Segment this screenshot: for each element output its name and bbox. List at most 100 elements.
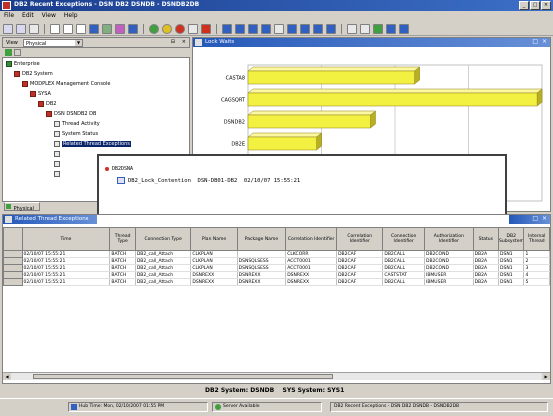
browser-icon[interactable] (300, 23, 310, 34)
status-server: Server Available (212, 402, 322, 412)
window-title: DB2 Recent Exceptions - DSN DB2 DSNDB - … (14, 1, 200, 8)
table-row[interactable]: 02/10/07 15:55:21 BATCH DB2_call_Attach CLK… (3, 250, 550, 258)
new-window-icon[interactable] (50, 23, 60, 34)
tree-node[interactable] (54, 171, 62, 177)
scroll-thumb[interactable] (33, 374, 333, 379)
grid-maximize-icon[interactable]: □ (532, 215, 538, 222)
table-row[interactable]: 02/10/07 15:55:21 BATCH DB2_call_Attach DSN… (3, 278, 550, 286)
tree-update-icon[interactable] (5, 49, 12, 56)
table-row[interactable]: 02/10/07 15:55:21 BATCH DB2_call_Attach DSN… (3, 271, 550, 279)
tree-node[interactable]: System Status (54, 131, 98, 137)
column-header[interactable]: DB2 Subsystem (498, 227, 525, 251)
data-grid[interactable]: Time Thread Type Connection Type Plan Name P… (3, 227, 550, 372)
column-header[interactable]: Internal Thread (523, 227, 550, 251)
column-header[interactable]: Connection Type (134, 227, 192, 251)
situation-icon[interactable] (373, 23, 383, 34)
column-header[interactable]: Package Name (236, 227, 287, 251)
popup-entry[interactable]: DB2_Lock_Contention DSN-DB01-DB2 02/10/0… (128, 178, 300, 184)
link-icon[interactable] (313, 23, 323, 34)
column-header[interactable]: Authorization Identifier (424, 227, 474, 251)
terminal-icon[interactable] (287, 23, 297, 34)
close-button[interactable]: × (541, 1, 551, 10)
plot-icon[interactable] (261, 23, 271, 34)
chart-close-icon[interactable]: × (542, 38, 547, 45)
print-icon[interactable] (76, 23, 86, 34)
column-header[interactable]: Thread Type (109, 227, 136, 251)
tree-node[interactable]: SYSA (30, 91, 51, 97)
help-icon[interactable] (399, 23, 409, 34)
app-icon[interactable] (2, 1, 11, 10)
copy-icon[interactable] (63, 23, 73, 34)
table-cell: DB2A (473, 264, 500, 272)
column-header[interactable]: Plan Name (190, 227, 238, 251)
tree-node[interactable]: Thread Activity (54, 121, 100, 127)
grid-icon[interactable] (128, 23, 138, 34)
workspace-icon (54, 131, 60, 137)
category-label: DSNDB2 (224, 120, 245, 126)
sort-icon[interactable] (360, 23, 370, 34)
status-green-icon[interactable] (149, 23, 159, 34)
enterprise-icon (6, 61, 12, 67)
panel-split-icon[interactable]: ⊟ (171, 39, 175, 45)
forward-icon[interactable] (16, 23, 26, 34)
column-header[interactable]: Connection Identifier (382, 227, 425, 251)
save-icon[interactable] (89, 23, 99, 34)
chart-maximize-icon[interactable]: □ (532, 38, 538, 45)
workspace-icon (54, 161, 60, 167)
back-icon[interactable] (3, 23, 13, 34)
row-header[interactable] (3, 264, 23, 272)
properties-icon[interactable] (115, 23, 125, 34)
table-row[interactable]: 02/10/07 15:55:21 BATCH DB2_call_Attach CLK… (3, 264, 550, 272)
table-cell: DB2CALL (382, 278, 425, 286)
menu-view[interactable]: View (42, 11, 56, 21)
minimize-button[interactable]: _ (519, 1, 529, 10)
maximize-button[interactable]: □ (530, 1, 540, 10)
tree-node[interactable]: Enterprise (6, 61, 40, 67)
tab-physical[interactable]: Physical (4, 202, 40, 212)
alert-icon[interactable] (201, 23, 211, 34)
row-header[interactable] (3, 271, 23, 279)
tree-node[interactable]: DB2 (38, 101, 56, 107)
workspace-icon[interactable] (386, 23, 396, 34)
row-header[interactable] (3, 257, 23, 265)
notepad-icon[interactable] (274, 23, 284, 34)
table-row[interactable]: 02/10/07 15:55:21 BATCH DB2_call_Attach CLK… (3, 257, 550, 265)
view-select[interactable]: Physical ▼ (23, 39, 83, 47)
scroll-right-icon[interactable]: ▶ (542, 373, 550, 380)
column-header[interactable]: Status (472, 227, 500, 251)
tree-node[interactable]: DB2 System (14, 71, 53, 77)
table-icon[interactable] (222, 23, 232, 34)
up-icon[interactable] (29, 23, 39, 34)
status-yellow-icon[interactable] (162, 23, 172, 34)
chart-icon[interactable] (235, 23, 245, 34)
table-cell: DB2COND (424, 257, 474, 265)
status-red-icon[interactable] (175, 23, 185, 34)
panel-close-icon[interactable]: × (182, 39, 186, 45)
row-header[interactable] (3, 278, 23, 286)
menu-edit[interactable]: Edit (22, 11, 34, 21)
pie-icon[interactable] (248, 23, 258, 34)
column-header[interactable]: Correlation Identifier (285, 227, 338, 251)
tree-node[interactable] (54, 161, 62, 167)
menu-help[interactable]: Help (64, 11, 78, 21)
row-header[interactable] (3, 250, 23, 258)
event-icon[interactable] (326, 23, 336, 34)
refresh-icon[interactable] (102, 23, 112, 34)
filter-icon[interactable] (347, 23, 357, 34)
column-header[interactable]: Correlation Identifier (336, 227, 384, 251)
tree-node[interactable]: Related Thread Exceptions (54, 141, 131, 147)
horizontal-scrollbar[interactable]: ◀ ▶ (3, 372, 550, 380)
info-icon[interactable] (188, 23, 198, 34)
tree-node[interactable]: MODPLEX Management Console (22, 81, 110, 87)
tree-node[interactable]: DSN DSNDB2 DB (46, 111, 96, 117)
view-select-value: Physical (26, 41, 47, 47)
grid-close-icon[interactable]: × (542, 215, 547, 222)
tree-node[interactable] (54, 151, 62, 157)
menu-file[interactable]: File (4, 11, 14, 21)
tree-filter-icon[interactable] (14, 49, 21, 56)
column-header[interactable]: Time (21, 227, 111, 251)
scroll-left-icon[interactable]: ◀ (3, 373, 11, 380)
status-bar: Hub Time: Mon, 02/10/2007 01:55 PM Serve… (0, 398, 553, 416)
event-popup[interactable]: DB2DSNA DB2_Lock_Contention DSN-DB01-DB2… (97, 154, 507, 216)
tree-node-label: System Status (62, 131, 99, 137)
